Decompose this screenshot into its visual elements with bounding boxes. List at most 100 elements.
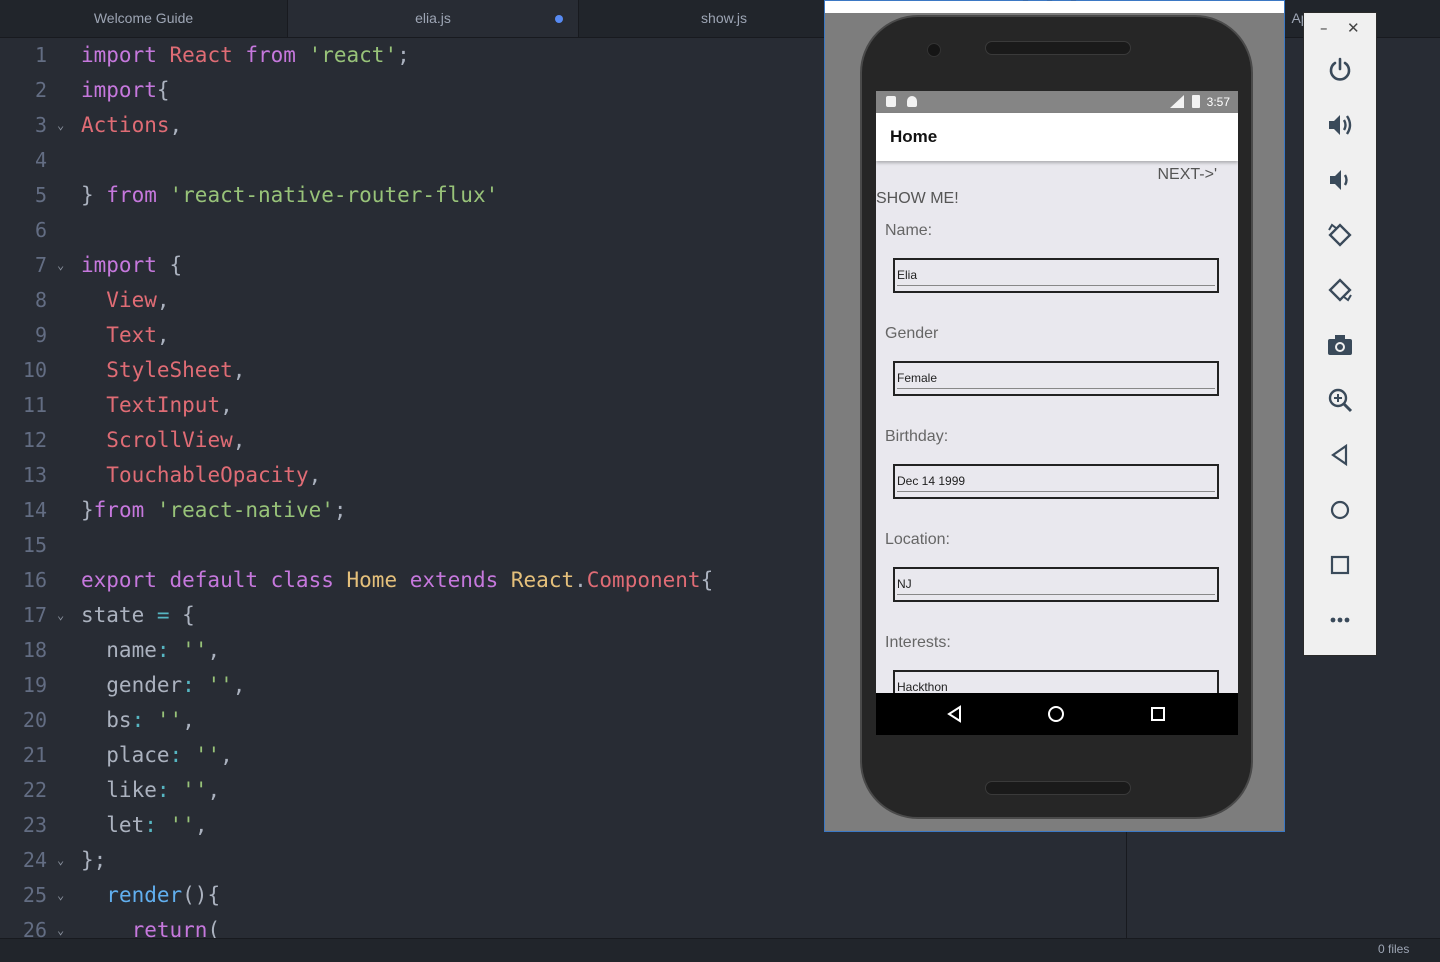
phone-screen[interactable]: 3:57 Home NEXT->' SHOW ME! Name: Elia Ge…	[876, 91, 1238, 735]
code-text: like: '',	[81, 773, 220, 808]
minimize-button[interactable]: –	[1320, 19, 1328, 37]
code-token: :	[131, 708, 145, 732]
back-icon[interactable]	[1326, 441, 1354, 469]
code-token: ;	[333, 498, 347, 522]
name-input[interactable]: Elia	[893, 258, 1219, 293]
code-text: View,	[81, 283, 169, 318]
fold-chevron-icon[interactable]: ⌄	[57, 878, 69, 913]
emulator-window: ‾ ‾ ‾ 3:57 Home NEXT->' SHOW ME! Name: E…	[824, 0, 1285, 832]
more-icon[interactable]	[1326, 606, 1354, 634]
code-token: let	[81, 813, 145, 837]
code-token: return	[131, 918, 208, 938]
code-token: export default class	[81, 568, 347, 592]
modified-indicator-icon	[555, 15, 563, 23]
line-number: 4	[34, 148, 47, 172]
code-token: :	[156, 778, 170, 802]
input-value: Hackthon	[897, 680, 948, 694]
code-text: return(	[81, 913, 221, 938]
line-number: 14	[22, 498, 47, 522]
code-text: Actions,	[81, 108, 182, 143]
code-line[interactable]: 26 ⌄ return(	[0, 913, 1126, 938]
fold-chevron-icon[interactable]: ⌄	[57, 108, 69, 143]
code-token: {	[169, 603, 195, 627]
line-number: 20	[22, 708, 47, 732]
line-number: 10	[22, 358, 47, 382]
nav-overview-icon[interactable]	[1149, 705, 1167, 723]
input-value: NJ	[897, 577, 912, 591]
field-label-birthday: Birthday:	[885, 428, 949, 445]
close-button[interactable]: ✕	[1347, 19, 1360, 37]
code-token: TouchableOpacity	[106, 463, 309, 487]
input-value: Female	[897, 371, 938, 385]
nav-back-icon[interactable]	[946, 705, 964, 723]
tab-elia-js[interactable]: elia.js	[288, 0, 579, 37]
battery-icon	[1192, 95, 1200, 108]
line-number: 22	[22, 778, 47, 802]
code-token: ScrollView	[106, 428, 233, 452]
line-number: 13	[22, 463, 47, 487]
gender-input[interactable]: Female	[893, 361, 1219, 396]
rotate-left-icon[interactable]	[1326, 221, 1354, 249]
code-token: like	[81, 778, 157, 802]
code-token: {	[156, 78, 170, 102]
code-token: ''	[207, 673, 233, 697]
code-text: StyleSheet,	[81, 353, 245, 388]
code-text: ScrollView,	[81, 423, 245, 458]
code-token: React	[169, 43, 246, 67]
volume-up-icon[interactable]	[1326, 111, 1354, 139]
code-token: 'react-native'	[156, 498, 334, 522]
code-text: render(){	[81, 878, 220, 913]
line-number: 7	[34, 253, 47, 277]
volume-down-icon[interactable]	[1326, 166, 1354, 194]
code-token: from	[93, 498, 157, 522]
code-token: ;	[397, 43, 410, 67]
code-token: ,	[232, 673, 246, 697]
line-number: 2	[34, 78, 47, 102]
fold-chevron-icon[interactable]: ⌄	[57, 913, 69, 938]
fold-chevron-icon[interactable]: ⌄	[57, 843, 69, 878]
code-token: React	[510, 568, 575, 592]
fold-chevron-icon[interactable]: ⌄	[57, 248, 69, 283]
code-token: };	[81, 848, 107, 872]
file-count[interactable]: 0 files	[1378, 942, 1440, 956]
code-token: ,	[194, 813, 208, 837]
tab-welcome-guide[interactable]: Welcome Guide	[0, 0, 288, 37]
line-number: 12	[22, 428, 47, 452]
code-text: place: '',	[81, 738, 233, 773]
code-token: StyleSheet	[106, 358, 233, 382]
show-me-button[interactable]: SHOW ME!	[876, 190, 959, 208]
next-button[interactable]: NEXT->'	[1157, 166, 1217, 184]
field-label-name: Name:	[885, 222, 933, 239]
camera-icon[interactable]	[1326, 331, 1354, 359]
field-label-interests: Interests:	[885, 634, 951, 651]
line-number: 26	[22, 918, 47, 938]
line-number: 5	[34, 183, 47, 207]
code-line[interactable]: 24 ⌄};	[0, 843, 1126, 878]
line-number: 1	[34, 43, 47, 67]
code-line[interactable]: 25 ⌄ render(){	[0, 878, 1126, 913]
birthday-input[interactable]: Dec 14 1999	[893, 464, 1219, 499]
tab-label: Welcome Guide	[93, 10, 194, 26]
rotate-right-icon[interactable]	[1326, 276, 1354, 304]
code-text: gender: '',	[81, 668, 245, 703]
code-token: }	[81, 498, 94, 522]
zoom-icon[interactable]	[1326, 386, 1354, 414]
code-text: };	[81, 843, 106, 878]
code-token: ,	[220, 393, 233, 417]
power-icon[interactable]	[1326, 56, 1354, 84]
home-icon[interactable]	[1326, 496, 1354, 524]
nav-home-icon[interactable]	[1047, 705, 1065, 723]
field-label-gender: Gender	[885, 325, 939, 342]
code-token: ''	[169, 813, 195, 837]
location-input[interactable]: NJ	[893, 567, 1219, 602]
app-bar-title: Home	[890, 127, 938, 146]
code-token: ,	[156, 323, 170, 347]
code-token: gender	[81, 673, 183, 697]
field-label-location: Location:	[885, 531, 950, 548]
overview-icon[interactable]	[1326, 551, 1354, 579]
fold-chevron-icon[interactable]: ⌄	[57, 598, 69, 633]
status-bar: 0 files	[0, 938, 1440, 962]
